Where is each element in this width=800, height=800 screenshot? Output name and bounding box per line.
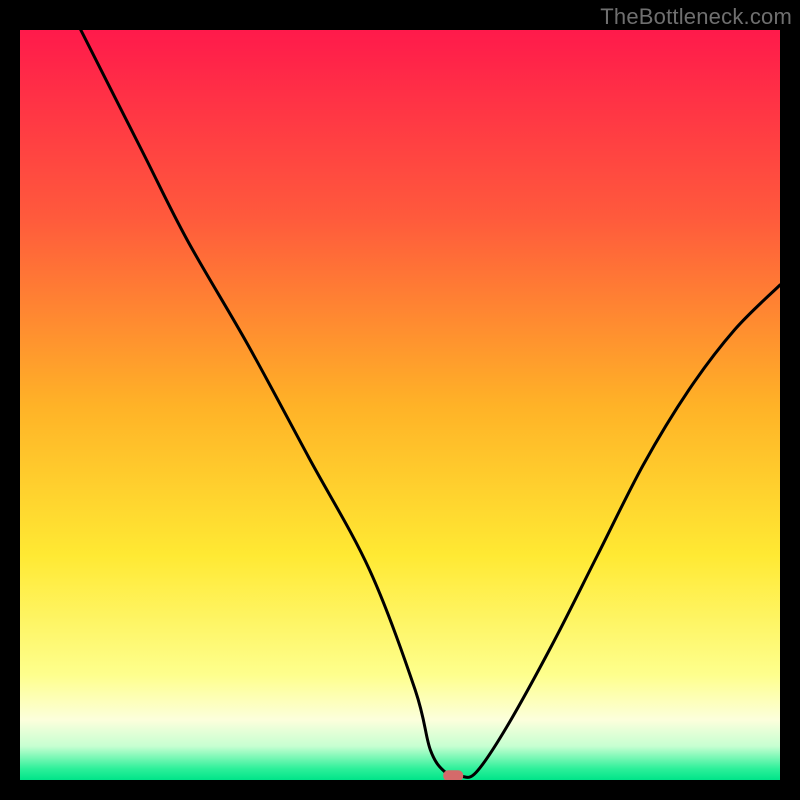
chart-frame: TheBottleneck.com — [0, 0, 800, 800]
watermark-text: TheBottleneck.com — [600, 4, 792, 30]
plot-area — [20, 30, 780, 780]
gradient-background — [20, 30, 780, 780]
minimum-marker — [443, 770, 463, 780]
chart-svg — [20, 30, 780, 780]
